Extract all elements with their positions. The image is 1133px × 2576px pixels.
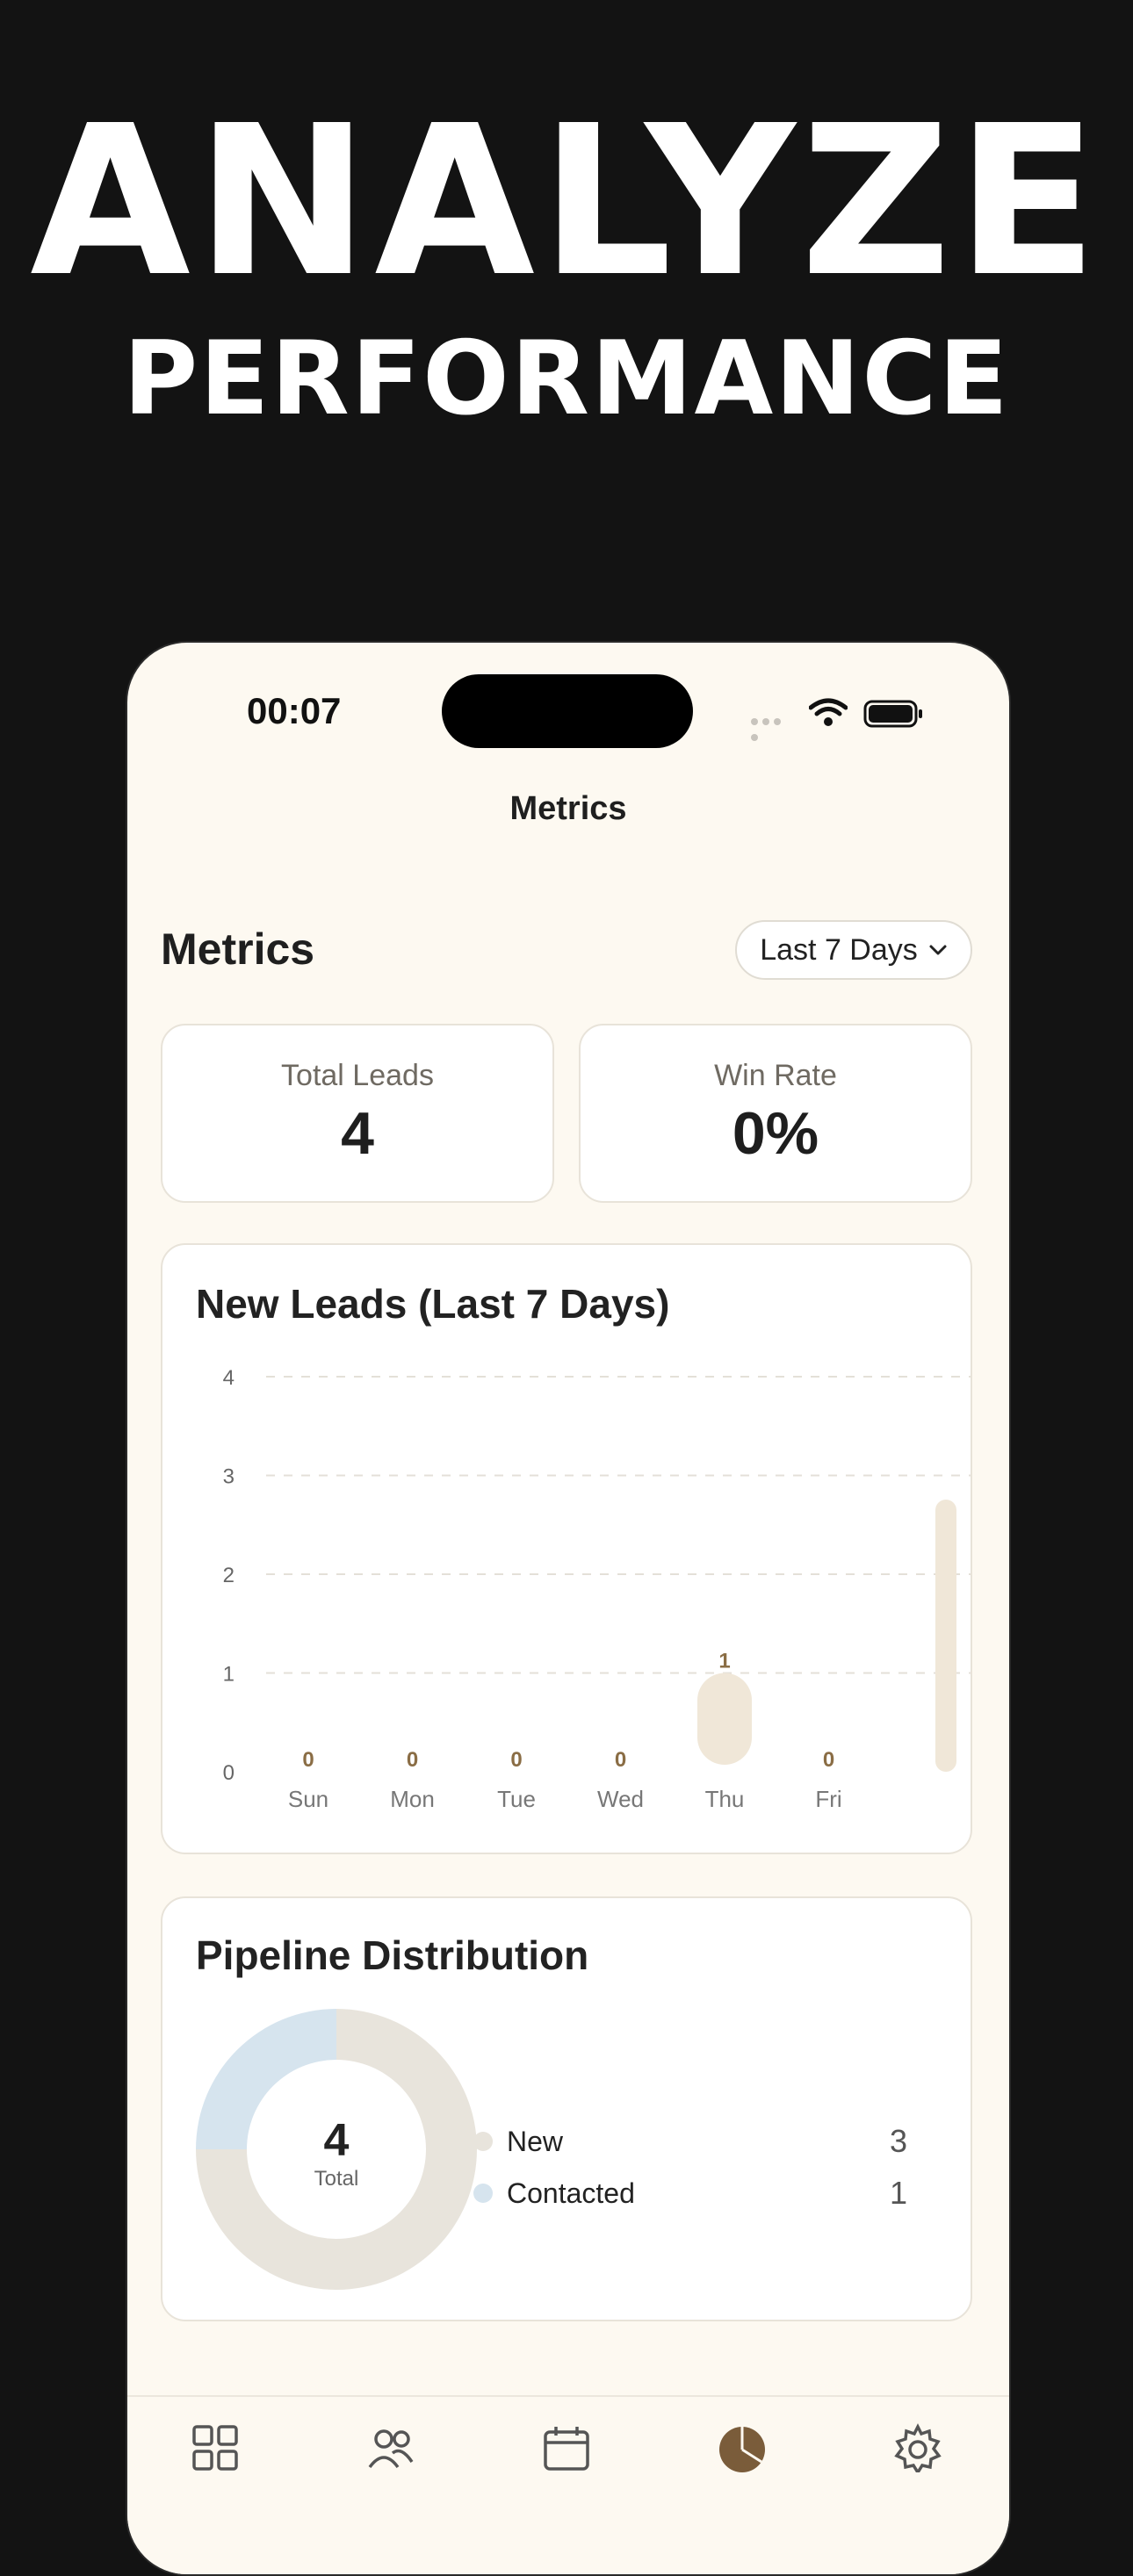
- cellular-signal-icon: [751, 714, 795, 741]
- new-leads-chart-title: New Leads (Last 7 Days): [196, 1281, 670, 1327]
- x-tick-label: Wed: [597, 1786, 644, 1812]
- total-leads-card: Total Leads 4: [161, 1024, 554, 1203]
- pipeline-card: Pipeline Distribution 4 Total New 3 Cont…: [161, 1896, 972, 2321]
- page-title: Metrics: [161, 925, 315, 974]
- bar-value-label: 0: [615, 1748, 626, 1772]
- y-tick-label: 1: [223, 1663, 235, 1687]
- total-leads-label: Total Leads: [281, 1059, 434, 1092]
- pipeline-title: Pipeline Distribution: [196, 1932, 589, 1978]
- tab-bar: [127, 2395, 1009, 2574]
- new-leads-chart-card: New Leads (Last 7 Days) 0 1 2 3 4 0 Sun 0 Mon 0 Tu…: [161, 1243, 972, 1854]
- tab-metrics[interactable]: [718, 2423, 767, 2472]
- x-tick-label: Fri: [815, 1786, 841, 1812]
- bar-partial: [935, 1500, 956, 1772]
- legend-dot-new: [473, 2132, 493, 2151]
- legend-count-new: 3: [889, 2123, 907, 2159]
- bar-value-label: 1: [718, 1650, 730, 1673]
- legend-dot-contacted: [473, 2184, 493, 2203]
- x-tick-label: Tue: [497, 1786, 536, 1812]
- legend-label-new: New: [507, 2125, 564, 2157]
- y-tick-label: 0: [223, 1761, 235, 1785]
- x-tick-label: Mon: [390, 1786, 435, 1812]
- dashboard-icon: [192, 2425, 238, 2471]
- tab-leads[interactable]: [366, 2423, 415, 2472]
- total-leads-value: 4: [341, 1100, 374, 1167]
- y-tick-label: 3: [223, 1465, 235, 1489]
- new-leads-bar-chart: 0 1 2 3 4 0 Sun 0 Mon 0 Tue 0 Wed 1 Thu 0 Fri: [223, 1366, 971, 1812]
- nav-title: Metrics: [509, 790, 627, 827]
- promo-subheadline: PERFORMANCE: [123, 320, 1010, 438]
- battery-icon: [863, 700, 922, 728]
- win-rate-value: 0%: [732, 1100, 819, 1167]
- phone-frame: 00:07 Metrics Metrics Last 7 Days Total …: [126, 641, 1011, 2576]
- y-tick-label: 2: [223, 1564, 235, 1587]
- date-range-label: Last 7 Days: [760, 932, 918, 967]
- bar-value-label: 0: [302, 1748, 314, 1772]
- x-tick-label: Thu: [705, 1786, 745, 1812]
- tab-settings[interactable]: [893, 2423, 942, 2472]
- gear-icon: [894, 2423, 942, 2472]
- tab-dashboard[interactable]: [191, 2423, 240, 2472]
- status-time: 00:07: [247, 690, 342, 731]
- people-icon: [368, 2429, 414, 2469]
- bar: [697, 1673, 752, 1765]
- legend-label-contacted: Contacted: [507, 2177, 635, 2209]
- donut-total-label: Total: [314, 2167, 359, 2191]
- legend-count-contacted: 1: [889, 2175, 907, 2211]
- legend-item-contacted: Contacted 1: [473, 2171, 907, 2215]
- dynamic-island: [442, 674, 693, 748]
- chevron-down-icon: [929, 945, 947, 955]
- y-tick-label: 4: [223, 1366, 235, 1390]
- x-tick-label: Sun: [288, 1786, 328, 1812]
- promo-headline: ANALYZE: [30, 81, 1103, 322]
- win-rate-card: Win Rate 0%: [579, 1024, 972, 1203]
- bar-value-label: 0: [510, 1748, 522, 1772]
- legend-item-new: New 3: [473, 2119, 907, 2163]
- donut-total-value: 4: [323, 2115, 350, 2166]
- bar-value-label: 0: [823, 1748, 834, 1772]
- bar-value-label: 0: [407, 1748, 418, 1772]
- wifi-icon: [809, 698, 848, 726]
- pie-chart-icon: [719, 2427, 765, 2472]
- calendar-icon: [544, 2427, 589, 2471]
- win-rate-label: Win Rate: [714, 1059, 837, 1092]
- date-range-dropdown[interactable]: Last 7 Days: [735, 920, 972, 980]
- tab-calendar[interactable]: [542, 2423, 591, 2472]
